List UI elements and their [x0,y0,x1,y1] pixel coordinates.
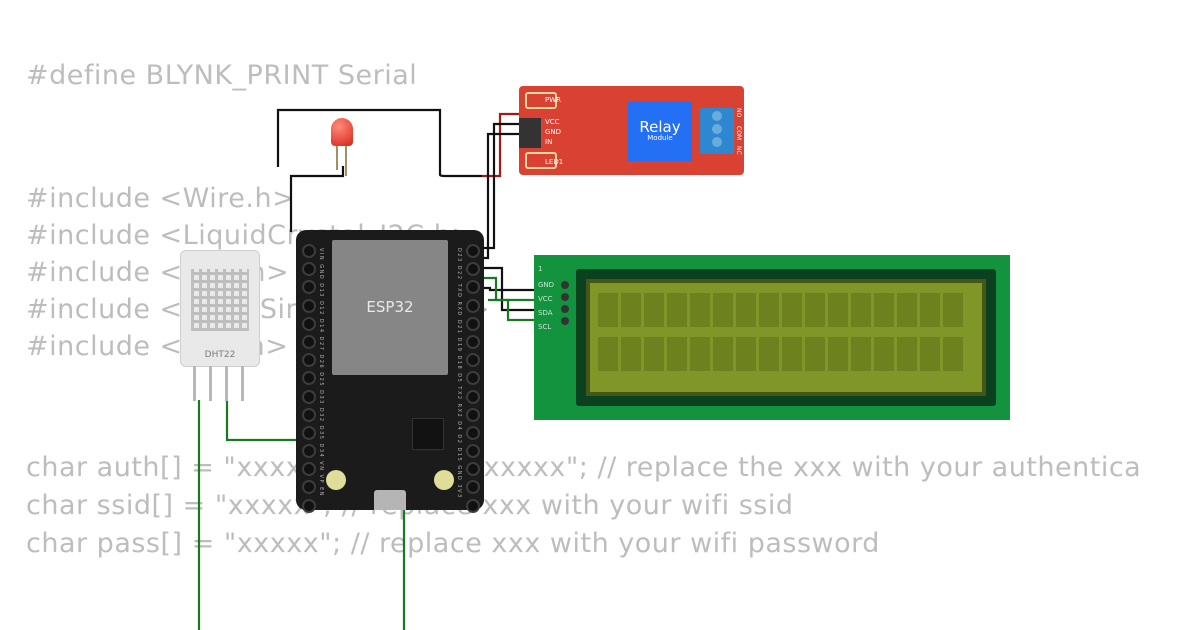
canvas: #define BLYNK_PRINT Serial #include <Wir… [0,0,1200,630]
esp32-en-button[interactable] [434,470,454,490]
esp32-board[interactable]: ESP32 VIN GND D13 D12 D14 D27 D26 D25 D3… [296,230,484,510]
relay-pin-led1: LED1 [545,158,563,166]
esp32-pinlabels-right: D23 D22 TXD RXD D21 D19 D18 D5 TX2 RX2 D… [456,248,462,499]
esp32-pinlabels-left: VIN GND D13 D12 D14 D27 D26 D25 D33 D32 … [318,248,324,497]
dht-pin [241,366,244,401]
lcd-pin-gnd: GND [538,281,554,289]
lcd-row [590,327,982,371]
dht-pin [209,366,212,401]
relay-module[interactable]: PWR VCC GND IN LED1 Relay Module NO COM … [519,86,744,175]
esp32-boot-button[interactable] [326,470,346,490]
relay-subtitle: Module [647,135,672,142]
relay-term-no: NO [735,108,742,117]
relay-title: Relay [639,120,680,135]
esp32-label: ESP32 [332,240,448,316]
relay-pin-pwr: PWR [545,96,561,104]
led-anode [345,146,347,176]
relay-coil: Relay Module [628,101,692,161]
lcd-pin-1: 1 [538,265,542,273]
lcd-pin-sda: SDA [538,309,553,317]
led-cathode [336,146,338,170]
dht-grill [191,269,249,331]
lcd-i2c-display[interactable]: 1 GND VCC SDA SCL [534,255,1010,420]
led-bulb [331,118,353,146]
lcd-header [561,279,569,327]
dht-pin [225,366,228,401]
relay-pin-vcc: VCC [545,118,560,126]
relay-term-nc: NC [735,146,742,155]
esp32-shield: ESP32 [332,240,448,375]
led-component[interactable] [331,118,353,146]
lcd-pin-vcc: VCC [538,295,553,303]
relay-pin-in: IN [545,138,552,146]
esp32-usb-port [374,490,406,510]
esp32-pins-left [302,244,314,513]
relay-pin-gnd: GND [545,128,561,136]
relay-terminal-block [700,108,734,154]
dht-pin [193,366,196,401]
dht22-sensor[interactable]: DHT22 [180,250,260,367]
lcd-pin-scl: SCL [538,323,551,331]
lcd-bezel [576,269,996,406]
esp32-pins-right [466,244,478,513]
relay-header [519,118,541,148]
dht-label: DHT22 [181,350,259,360]
relay-term-com: COM [735,126,742,140]
lcd-row [590,283,982,327]
esp32-chip-icon [412,418,444,450]
lcd-screen [586,279,986,396]
